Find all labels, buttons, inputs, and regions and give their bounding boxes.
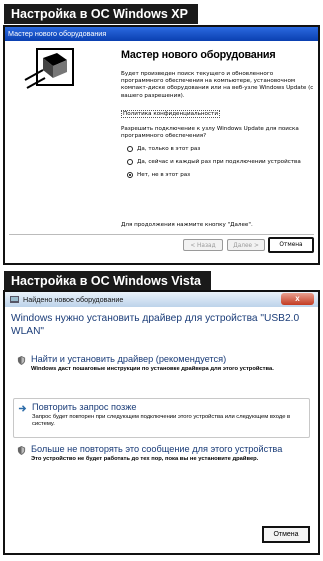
xp-wizard-window: Мастер нового оборудования Мастер нового… <box>3 25 320 265</box>
hardware-window-icon <box>10 296 19 303</box>
option-title: Найти и установить драйвер (рекомендуетс… <box>31 354 227 364</box>
option-description: Запрос будет повторен при следующем подк… <box>32 414 291 427</box>
radio-button-selected-icon[interactable] <box>127 172 133 179</box>
close-button[interactable]: x <box>281 293 314 305</box>
xp-update-question: Разрешить подключение к узлу Windows Upd… <box>121 125 299 140</box>
option-find-install-driver[interactable]: Найти и установить драйвер (рекомендуетс… <box>13 354 310 394</box>
xp-window-title: Мастер нового оборудования <box>5 27 318 41</box>
back-button[interactable]: < Назад <box>183 239 223 251</box>
xp-section-header: Настройка в ОС Windows XP <box>4 4 198 24</box>
xp-radio-option-no[interactable]: Нет, не в этот раз <box>127 172 315 179</box>
xp-radio-label: Да, сейчас и каждый раз при подключении … <box>137 159 301 166</box>
arrow-right-icon <box>18 405 27 412</box>
close-icon: x <box>295 294 300 303</box>
vista-dialog-body: Windows нужно установить драйвер для уст… <box>11 310 312 549</box>
radio-button-icon[interactable] <box>127 146 133 153</box>
next-button[interactable]: Далее > <box>227 239 265 251</box>
option-title: Повторить запрос позже <box>32 402 137 412</box>
xp-wizard-heading: Мастер нового оборудования <box>121 49 276 61</box>
option-title: Больше не повторять это сообщение для эт… <box>31 444 283 454</box>
xp-radio-label: Да, только в этот раз <box>137 146 201 153</box>
xp-wizard-description: Будет произведен поиск текущего и обновл… <box>121 71 314 99</box>
xp-radio-option-always[interactable]: Да, сейчас и каждый раз при подключении … <box>127 159 315 166</box>
vista-titlebar: Найдено новое оборудование x <box>5 292 318 307</box>
option-ask-later[interactable]: Повторить запрос позже Запрос будет повт… <box>13 398 310 438</box>
vista-found-hardware-window: Найдено новое оборудование x Windows нуж… <box>3 290 320 555</box>
xp-button-divider <box>9 234 314 235</box>
option-description: Это устройство не будет работать до тех … <box>31 456 259 462</box>
vista-dialog-heading: Windows нужно установить драйвер для уст… <box>11 313 300 337</box>
privacy-policy-link[interactable]: Политика конфиденциальности <box>121 109 220 118</box>
radio-button-icon[interactable] <box>127 159 133 166</box>
xp-radio-label: Нет, не в этот раз <box>137 172 191 179</box>
shield-icon <box>17 356 26 365</box>
option-dont-ask-again[interactable]: Больше не повторять это сообщение для эт… <box>13 444 310 504</box>
xp-continue-instruction: Для продолжения нажмите кнопку "Далее". <box>121 222 253 228</box>
shield-icon <box>17 446 26 455</box>
hardware-wizard-icon <box>24 48 74 89</box>
xp-wizard-content: Мастер нового оборудования Будет произве… <box>121 44 315 179</box>
xp-cancel-button[interactable]: Отмена <box>268 237 314 253</box>
vista-section-header: Настройка в ОС Windows Vista <box>4 271 211 291</box>
vista-window-title: Найдено новое оборудование <box>23 295 124 304</box>
xp-wizard-sidebar <box>9 44 110 242</box>
xp-radio-option-once[interactable]: Да, только в этот раз <box>127 146 315 153</box>
vista-cancel-button[interactable]: Отмена <box>262 526 310 543</box>
option-description: Windows даст пошаговые инструкции по уст… <box>31 366 274 372</box>
